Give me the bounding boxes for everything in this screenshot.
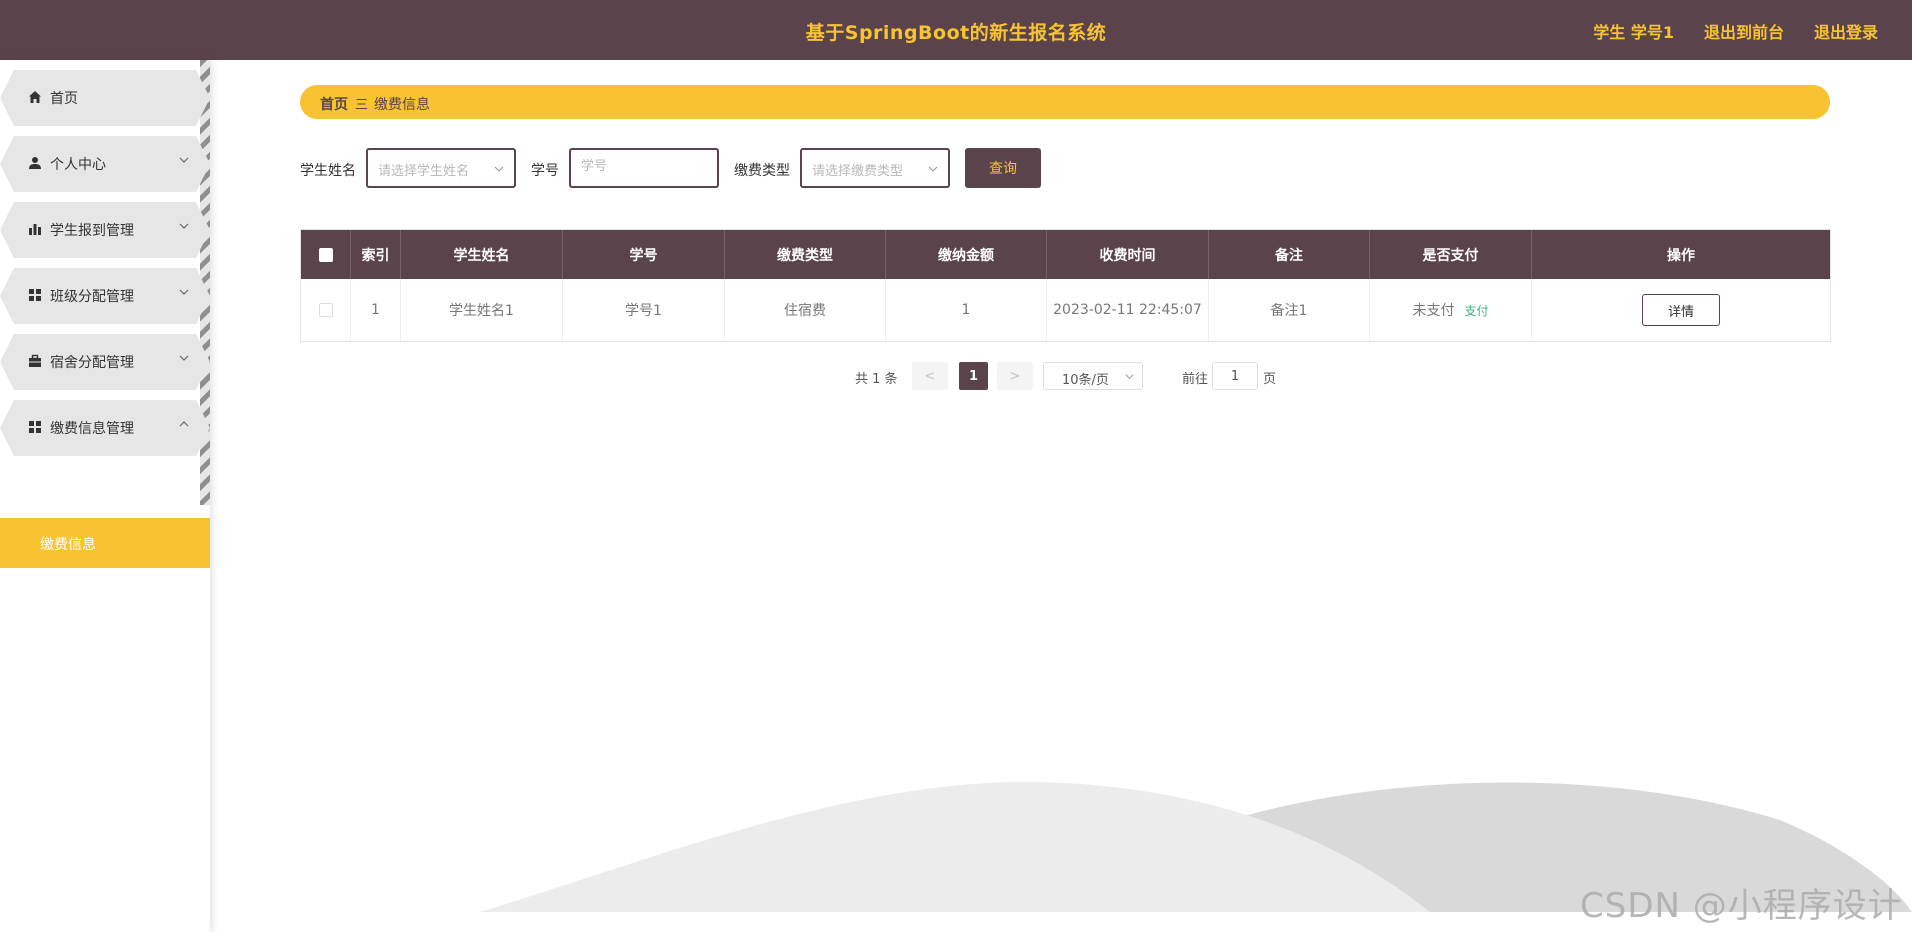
breadcrumb-home[interactable]: 首页 [320,94,348,114]
detail-button[interactable]: 详情 [1642,294,1720,326]
cell-student-id: 学号1 [563,279,725,341]
query-button[interactable]: 查询 [965,148,1041,188]
goto-label: 前往 [1182,372,1209,387]
paid-status-text: 未支付 [1412,303,1455,319]
sidebar-item-class[interactable]: 班级分配管理 [0,268,210,324]
sidebar: 首页 个人中心 学生报到管理 班级分配管理 宿舍分配管理 缴费信息管理 缴费信息 [0,60,210,932]
page-size-select[interactable]: 10条/页 [1043,362,1143,390]
breadcrumb-current: 缴费信息 [374,97,430,113]
select-all-checkbox[interactable] [318,247,333,262]
fee-type-select[interactable]: 请选择缴费类型 [800,148,950,188]
background-hills-decoration [480,781,1912,912]
student-id-input[interactable] [581,159,701,174]
exit-to-front-link[interactable]: 退出到前台 [1704,19,1784,43]
sidebar-item-label: 首页 [50,91,78,107]
cell-time: 2023-02-11 22:45:07 [1047,279,1209,341]
row-select-cell [301,279,351,341]
briefcase-icon [27,353,43,369]
breadcrumb: 首页 三 缴费信息 [300,85,1830,119]
chevron-down-icon [179,157,189,163]
sidebar-item-label: 学生报到管理 [50,223,134,239]
cell-index: 1 [351,279,401,341]
top-header: 基于SpringBoot的新生报名系统 学生 学号1 退出到前台 退出登录 [0,0,1912,60]
next-page-button[interactable]: > [997,362,1033,390]
pagination-total: 共 1 条 [855,372,898,387]
sidebar-item-label: 个人中心 [50,157,106,173]
csdn-watermark: CSDN @小程序设计 [1580,886,1903,926]
grid-icon [27,287,43,303]
header-actions: 学生 学号1 退出到前台 退出登录 [1593,19,1878,43]
grid-icon [27,419,43,435]
cell-actions: 详情 [1532,279,1830,341]
sidebar-subitem-label: 缴费信息 [40,537,96,553]
table-body: 1 学生姓名1 学号1 住宿费 1 2023-02-11 22:45:07 备注… [301,279,1830,341]
column-header: 学生姓名 [401,230,563,279]
bar-chart-icon [27,221,43,237]
chevron-down-icon [1125,374,1134,380]
column-header: 学号 [563,230,725,279]
column-header: 收费时间 [1047,230,1209,279]
page-unit-label: 页 [1263,372,1277,387]
fee-type-placeholder: 请选择缴费类型 [812,164,904,179]
column-header: 缴纳金额 [886,230,1047,279]
cell-student-name: 学生姓名1 [401,279,563,341]
cell-paid-status: 未支付 支付 [1370,279,1532,341]
student-id-label: 学号 [531,163,559,179]
current-user: 学生 学号1 [1593,23,1674,42]
student-name-select[interactable]: 请选择学生姓名 [366,148,516,188]
column-header: 操作 [1667,247,1695,264]
student-id-field[interactable] [569,148,719,188]
column-header: 是否支付 [1370,230,1532,279]
table-header: 索引 学生姓名 学号 缴费类型 缴纳金额 收费时间 备注 是否支付 操作 [301,230,1830,279]
sidebar-item-profile[interactable]: 个人中心 [0,136,210,192]
sidebar-subitem-payment-info[interactable]: 缴费信息 [0,518,210,568]
sidebar-item-dorm[interactable]: 宿舍分配管理 [0,334,210,390]
sidebar-item-payment[interactable]: 缴费信息管理 [0,400,210,456]
student-name-label: 学生姓名 [300,163,356,179]
row-checkbox[interactable] [318,303,333,317]
chevron-down-icon [928,166,938,172]
chevron-up-icon [179,421,189,427]
pay-link[interactable]: 支付 [1464,302,1488,319]
chevron-down-icon [179,223,189,229]
header-select-all [301,230,351,279]
sidebar-item-checkin[interactable]: 学生报到管理 [0,202,210,258]
table-row: 1 学生姓名1 学号1 住宿费 1 2023-02-11 22:45:07 备注… [301,279,1830,341]
sidebar-item-label: 宿舍分配管理 [50,355,134,371]
chevron-down-icon [494,166,504,172]
page-size-value: 10条/页 [1062,373,1109,388]
logout-link[interactable]: 退出登录 [1814,19,1878,43]
column-header: 索引 [351,230,401,279]
prev-page-button[interactable]: < [912,362,948,390]
payment-table: 索引 学生姓名 学号 缴费类型 缴纳金额 收费时间 备注 是否支付 操作 1 学… [300,229,1831,342]
sidebar-item-label: 班级分配管理 [50,289,134,305]
user-icon [27,155,43,171]
cell-amount: 1 [886,279,1047,341]
goto-page-input[interactable] [1212,362,1258,390]
chevron-down-icon [179,289,189,295]
page-number-1[interactable]: 1 [959,362,988,390]
cell-fee-type: 住宿费 [725,279,886,341]
chevron-down-icon [179,355,189,361]
student-name-placeholder: 请选择学生姓名 [378,164,470,179]
breadcrumb-separator: 三 [355,98,369,113]
column-header: 缴费类型 [725,230,886,279]
cell-remark: 备注1 [1209,279,1370,341]
sidebar-item-label: 缴费信息管理 [50,421,134,437]
column-header: 备注 [1209,230,1370,279]
home-icon [27,89,43,105]
sidebar-item-home[interactable]: 首页 [0,70,210,126]
fee-type-label: 缴费类型 [734,163,790,179]
